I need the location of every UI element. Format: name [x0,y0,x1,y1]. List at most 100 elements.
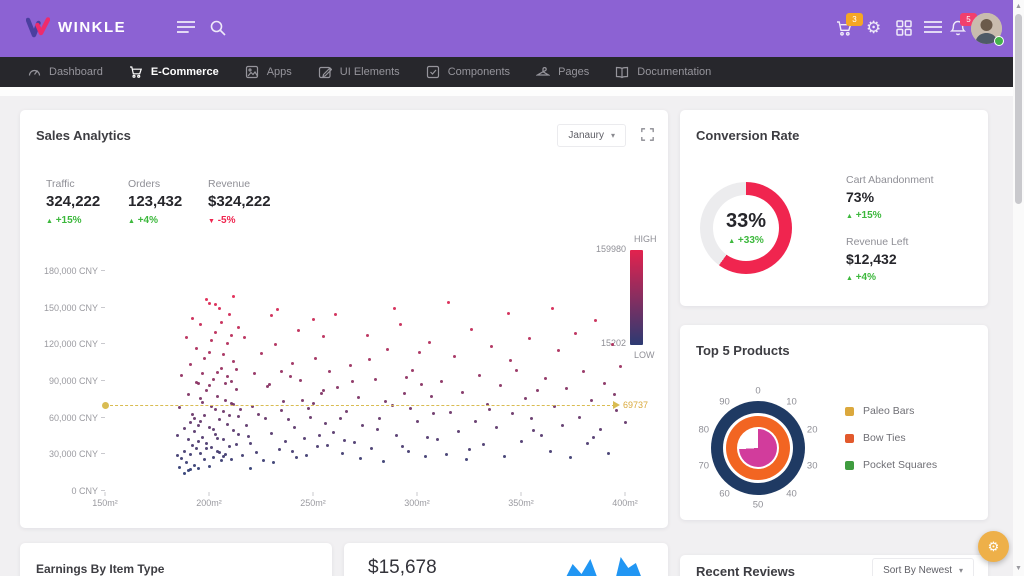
scatter-point [203,458,206,461]
cart-badge: 3 [846,13,863,26]
notifications-bell-button[interactable]: 5 [950,20,966,37]
scatter-point [237,415,240,418]
x-axis-tick-label: 200m² [196,498,222,508]
scatter-point [551,307,554,310]
nav-item-e-commerce[interactable]: E-Commerce [116,57,232,87]
floating-settings-button[interactable]: ⚙ [978,531,1009,562]
kpi-card: $15,678 [344,543,668,576]
scatter-point [264,417,267,420]
nav-item-pages[interactable]: Pages [523,57,602,87]
scatter-point [183,472,186,475]
scatter-point [495,426,498,429]
scatter-point [374,378,377,381]
y-axis-tick-label: 150,000 CNY [24,303,98,313]
sales-analytics-card: Sales Analytics Janaury ▾ Traffic324,222… [20,110,668,528]
dashboard-screen: WINKLE 3 ⚙ 5 DashboardE-CommerceAppsUI E… [0,0,1024,576]
scatter-point [268,383,271,386]
period-dropdown[interactable]: Janaury ▾ [557,124,626,147]
sort-dropdown-value: Sort By Newest [883,565,952,576]
scatter-point [549,450,552,453]
header-cart-button[interactable]: 3 [836,20,853,37]
scatter-point [193,430,196,433]
nav-item-label: Documentation [637,66,711,78]
scatter-point [436,438,439,441]
scatter-point [232,295,235,298]
nav-item-components[interactable]: Components [413,57,523,87]
stat-delta: ▼ -5% [208,215,271,226]
scatter-point [230,402,233,405]
scatter-point [382,460,385,463]
check-square-icon [426,65,440,79]
scatter-point [416,420,419,423]
fullscreen-expand-icon[interactable] [641,128,654,141]
scatter-point [418,351,421,354]
scatter-point [280,409,283,412]
legend-item-paleo-bars[interactable]: Paleo Bars [845,405,937,417]
scrollbar-thumb[interactable] [1015,14,1022,204]
scatter-point [532,429,535,432]
stat-delta: ▲ +4% [128,215,182,226]
scatter-point [270,314,273,317]
menu-lines-icon[interactable] [924,20,942,34]
scatter-point [218,418,221,421]
scatter-point [208,426,211,429]
scatter-point [478,374,481,377]
scatter-point [243,336,246,339]
scatter-point [613,393,616,396]
scatter-point [582,370,585,373]
scatter-point [624,421,627,424]
stat-value: $324,222 [208,193,271,210]
scatter-point [391,404,394,407]
page-scrollbar[interactable]: ▲ ▼ [1013,0,1024,576]
scatter-point [212,378,215,381]
nav-item-dashboard[interactable]: Dashboard [14,57,116,87]
nav-item-apps[interactable]: Apps [232,57,305,87]
scatter-point [257,413,260,416]
scatter-point [332,431,335,434]
scatter-point [218,451,221,454]
scatter-point [226,342,229,345]
legend-item-bow-ties[interactable]: Bow Ties [845,432,937,444]
scatter-point [426,436,429,439]
scatter-point [199,420,202,423]
y-axis-tick-label: 30,000 CNY [24,449,98,459]
scatter-point [260,352,263,355]
scatter-point [205,298,208,301]
scatter-point [307,407,310,410]
conversion-stat-1: Cart Abandonment73%▲ +15% [846,174,934,221]
scrollbar-up-arrow[interactable]: ▲ [1013,3,1024,10]
sidebar-toggle-icon[interactable] [177,20,195,34]
content-top-strip [0,87,1013,96]
scatter-point [470,328,473,331]
scatter-point [291,362,294,365]
scatter-point [178,406,181,409]
cart-icon [129,65,143,79]
apps-grid-icon[interactable] [896,20,912,36]
scatter-point [276,308,279,311]
nav-item-ui-elements[interactable]: UI Elements [305,57,413,87]
search-icon[interactable] [210,20,226,36]
settings-gear-icon[interactable]: ⚙ [866,19,881,36]
scrollbar-down-arrow[interactable]: ▼ [1013,565,1024,572]
scatter-point [351,380,354,383]
scatter-point [544,377,547,380]
y-axis-tick-mark [101,490,105,491]
sort-dropdown[interactable]: Sort By Newest ▾ [872,558,974,576]
scatter-point [272,461,275,464]
scatter-point [220,367,223,370]
stat-label: Orders [128,178,182,190]
brand-logo[interactable]: WINKLE [26,17,126,38]
scatter-point [393,307,396,310]
scatter-point [214,303,217,306]
y-axis-tick-label: 0 CNY [24,486,98,496]
scatter-point [203,357,206,360]
scatter-point [187,438,190,441]
legend-item-pocket-squares[interactable]: Pocket Squares [845,459,937,471]
scatter-point [449,411,452,414]
nav-item-documentation[interactable]: Documentation [602,57,724,87]
scatter-point [299,379,302,382]
scatter-point [287,418,290,421]
angle-axis-label: 70 [698,460,709,471]
scatter-point [282,400,285,403]
scatter-point [432,412,435,415]
